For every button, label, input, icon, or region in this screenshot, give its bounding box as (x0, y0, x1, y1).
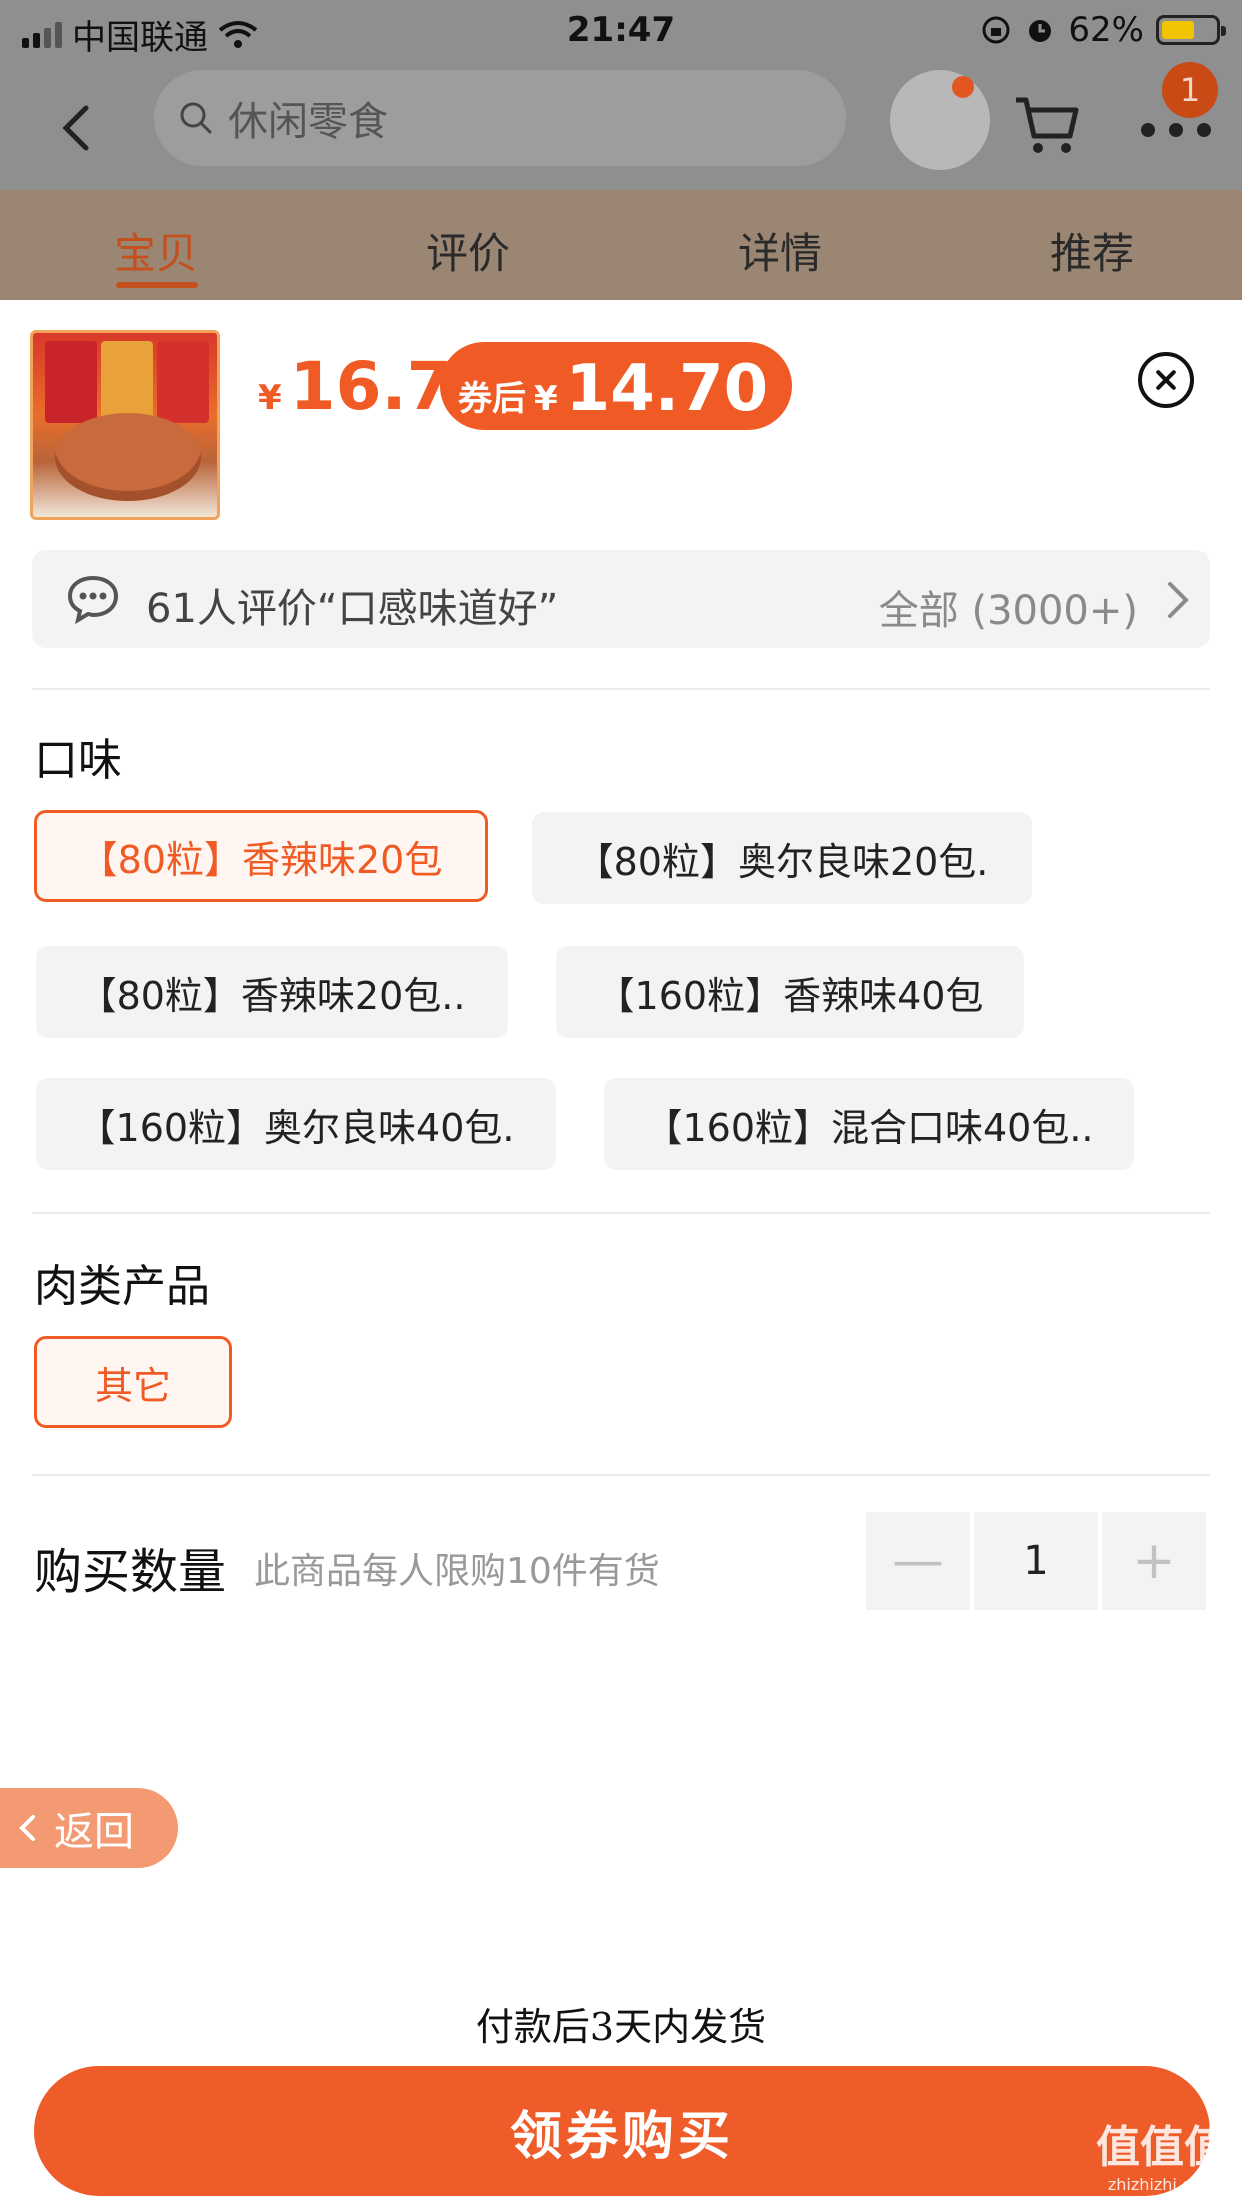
shipping-note: 付款后3天内发货 (475, 2005, 767, 2049)
quantity-value[interactable]: 1 (974, 1512, 1098, 1610)
chevron-left-icon (19, 1815, 35, 1841)
quantity-stepper: — 1 + (866, 1512, 1210, 1610)
return-label: 返回 (54, 1809, 134, 1855)
sku-sheet: ¥ 16.7 券后 ¥ 14.70 61人评价“口感味道好” 全部 (3000+… (0, 300, 1242, 2208)
meat-option[interactable]: 其它 (34, 1336, 232, 1428)
alarm-icon (1029, 20, 1052, 42)
current-price: ¥ 16.7 (258, 348, 453, 425)
coupon-price-value: 14.70 (565, 352, 769, 426)
back-arrow-icon[interactable] (52, 98, 102, 158)
flavor-section-title: 口味 (34, 735, 122, 786)
flavor-option[interactable]: 【160粒】混合口味40包.. (604, 1078, 1134, 1170)
flavor-option[interactable]: 【160粒】奥尔良味40包. (36, 1078, 556, 1170)
search-icon (180, 102, 212, 134)
meat-section-title: 肉类产品 (34, 1261, 210, 1312)
battery-icon (1156, 15, 1226, 45)
quantity-label: 购买数量 (34, 1544, 227, 1600)
product-page-background: 中国联通 21:47 62% 休闲零食 1 宝贝 评价 详情 推荐 (0, 0, 1242, 300)
flavor-option[interactable]: 【160粒】香辣味40包 (556, 946, 1024, 1038)
message-badge: 1 (1162, 62, 1218, 118)
watermark-url: zhizhizhi.com (1107, 2175, 1217, 2194)
quantity-limit-note: 此商品每人限购10件有货 (254, 1551, 660, 1592)
price-currency: ¥ (258, 378, 282, 418)
decrease-button[interactable]: — (866, 1512, 970, 1610)
review-summary-text: 61人评价“口感味道好” (146, 586, 559, 632)
close-icon[interactable] (1138, 352, 1194, 408)
chevron-right-icon (1168, 582, 1189, 618)
increase-button[interactable]: + (1102, 1512, 1206, 1610)
notification-dot (952, 76, 974, 98)
product-thumbnail[interactable] (30, 330, 220, 520)
watermark-logo: 值值值 (1096, 2122, 1228, 2173)
price-value: 16.7 (289, 348, 453, 425)
tab-reviews[interactable]: 评价 (426, 220, 510, 281)
status-bar: 中国联通 21:47 62% (0, 0, 1242, 62)
tab-baobei[interactable]: 宝贝 (114, 220, 198, 281)
more-icon[interactable] (1136, 118, 1216, 142)
divider (32, 688, 1210, 690)
coupon-currency: ¥ (534, 379, 558, 419)
return-button[interactable]: 返回 (0, 1788, 178, 1868)
coupon-price-badge: 券后 ¥ 14.70 (440, 342, 793, 430)
all-reviews-link[interactable]: 全部 (3000+) (879, 578, 1138, 636)
battery-percent: 62% (1068, 10, 1144, 50)
flavor-option[interactable]: 【80粒】香辣味20包 (34, 810, 488, 902)
search-input[interactable]: 休闲零食 (154, 70, 846, 166)
flavor-option[interactable]: 【80粒】香辣味20包.. (36, 946, 508, 1038)
cart-icon[interactable] (1012, 94, 1082, 158)
claim-coupon-buy-button[interactable]: 领券购买 (34, 2066, 1210, 2196)
search-placeholder: 休闲零食 (228, 99, 388, 145)
mascot-avatar-icon[interactable] (890, 70, 990, 170)
divider (32, 1212, 1210, 1214)
product-tabs: 宝贝 评价 详情 推荐 (0, 190, 1242, 300)
top-nav: 休闲零食 1 (0, 62, 1242, 190)
tab-details[interactable]: 详情 (738, 220, 822, 281)
chat-bubble-icon (67, 575, 119, 624)
active-tab-indicator (116, 282, 198, 288)
rotation-lock-icon (982, 16, 1010, 44)
coupon-label: 券后 (458, 379, 526, 419)
site-watermark: 值值值 zhizhizhi.com (1096, 2111, 1228, 2194)
divider (32, 1474, 1210, 1476)
flavor-option[interactable]: 【80粒】奥尔良味20包. (532, 812, 1032, 904)
review-summary-bar[interactable]: 61人评价“口感味道好” 全部 (3000+) (32, 550, 1210, 648)
tab-recommend[interactable]: 推荐 (1050, 220, 1134, 281)
